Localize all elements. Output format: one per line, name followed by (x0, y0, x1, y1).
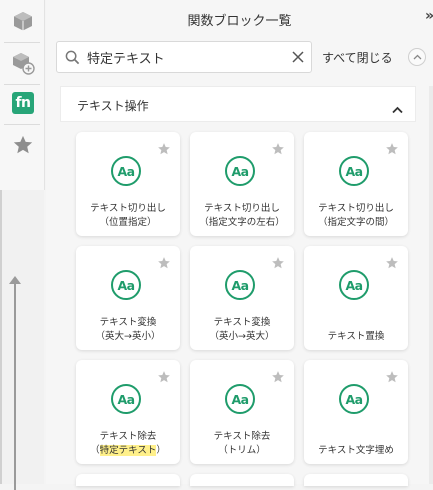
cube-icon[interactable] (8, 6, 38, 36)
add-block-icon[interactable] (8, 48, 38, 78)
search-box (56, 41, 312, 73)
card-label-line2: （英大→英小） (95, 331, 161, 342)
search-highlight: 特定テキスト (99, 445, 157, 456)
left-rail: fn (0, 0, 45, 190)
favorite-star-icon[interactable] (385, 369, 399, 388)
favorite-star-icon[interactable] (271, 369, 285, 388)
function-card[interactable]: Aa テキスト変換 （英小→英大） (190, 246, 294, 350)
fn-icon: fn (12, 92, 34, 114)
section-header-text-ops[interactable]: テキスト操作 (60, 86, 416, 122)
favorite-star-icon[interactable] (157, 255, 171, 274)
card-partial[interactable] (190, 474, 294, 486)
function-block-panel: 関数ブロック一覧 » すべて閉じる テキスト操作 Aa テキスト切り出し （位置指定… (46, 0, 433, 486)
card-label-line1: テキスト切り出し (90, 203, 166, 214)
favorites-button[interactable] (8, 130, 38, 160)
text-function-icon: Aa (225, 270, 255, 300)
card-label-line1: テキスト切り出し (318, 203, 394, 214)
card-label-line1: テキスト文字埋め (318, 445, 394, 456)
card-label: テキスト置換 (304, 330, 408, 344)
scrollbar-track[interactable] (429, 86, 433, 484)
canvas-edge (0, 190, 44, 490)
panel-title: 関数ブロック一覧 (187, 14, 292, 29)
favorite-star-icon[interactable] (271, 255, 285, 274)
favorite-star-icon[interactable] (271, 141, 285, 160)
card-label: テキスト変換 （英小→英大） (190, 316, 294, 344)
section-label: テキスト操作 (77, 99, 149, 113)
text-function-icon: Aa (111, 156, 141, 186)
card-label-line2: （指定文字の間） (317, 217, 394, 228)
card-label-line2: （英小→英大） (209, 331, 275, 342)
card-label: テキスト切り出し （位置指定） (76, 202, 180, 230)
favorite-star-icon[interactable] (157, 141, 171, 160)
card-label-line1: テキスト切り出し (204, 203, 280, 214)
favorite-star-icon[interactable] (385, 255, 399, 274)
search-icon (57, 50, 87, 65)
card-label: テキスト文字埋め (304, 444, 408, 458)
chevron-up-icon[interactable] (408, 48, 426, 66)
function-card[interactable]: Aa テキスト文字埋め (304, 360, 408, 464)
favorite-star-icon[interactable] (385, 141, 399, 160)
function-card[interactable]: Aa テキスト除去 （トリム） (190, 360, 294, 464)
function-button[interactable]: fn (8, 88, 38, 118)
card-label-line2: （指定文字の左右） (199, 217, 285, 228)
card-partial[interactable] (304, 474, 408, 486)
function-card[interactable]: Aa テキスト切り出し （指定文字の間） (304, 132, 408, 236)
collapse-panel-button[interactable]: » (425, 8, 433, 24)
card-label-line2: （位置指定） (99, 217, 157, 228)
search-input[interactable] (87, 49, 285, 65)
text-function-icon: Aa (339, 384, 369, 414)
text-function-icon: Aa (339, 270, 369, 300)
chevron-up-icon (392, 99, 403, 118)
close-all-button[interactable]: すべて閉じる (322, 49, 393, 66)
text-function-icon: Aa (339, 156, 369, 186)
text-function-icon: Aa (111, 384, 141, 414)
card-label: テキスト除去 （特定テキスト） (76, 430, 180, 458)
function-card[interactable]: Aa テキスト切り出し （指定文字の左右） (190, 132, 294, 236)
card-label-line2: （特定テキスト） (90, 445, 166, 456)
text-function-icon: Aa (111, 270, 141, 300)
text-function-icon: Aa (225, 384, 255, 414)
card-label-line1: テキスト除去 (213, 431, 271, 442)
card-label-line1: テキスト置換 (327, 331, 385, 342)
function-card[interactable]: Aa テキスト置換 (304, 246, 408, 350)
card-label: テキスト切り出し （指定文字の左右） (190, 202, 294, 230)
function-card[interactable]: Aa テキスト切り出し （位置指定） (76, 132, 180, 236)
card-partial[interactable] (76, 474, 180, 486)
favorite-star-icon[interactable] (157, 369, 171, 388)
card-label: テキスト変換 （英大→英小） (76, 316, 180, 344)
clear-search-icon[interactable] (285, 51, 311, 63)
function-card[interactable]: Aa テキスト変換 （英大→英小） (76, 246, 180, 350)
star-icon (13, 135, 33, 154)
card-label-line1: テキスト除去 (99, 431, 157, 442)
card-label-line2: （トリム） (218, 445, 266, 456)
card-label: テキスト切り出し （指定文字の間） (304, 202, 408, 230)
card-label: テキスト除去 （トリム） (190, 430, 294, 458)
text-function-icon: Aa (225, 156, 255, 186)
function-card[interactable]: Aa テキスト除去 （特定テキスト） (76, 360, 180, 464)
card-label-line1: テキスト変換 (99, 317, 157, 328)
card-label-line1: テキスト変換 (213, 317, 271, 328)
